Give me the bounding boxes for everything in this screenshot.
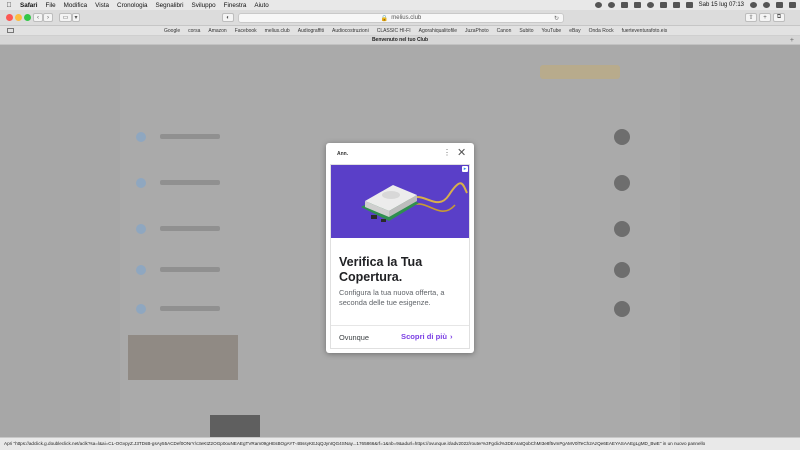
favorite-link[interactable]: fuerteventurafoto.eis xyxy=(622,28,668,34)
chevron-left-icon: ‹ xyxy=(37,14,39,21)
chevron-right-icon: › xyxy=(47,14,49,21)
apple-menu-icon[interactable]:  xyxy=(4,2,14,9)
display-icon[interactable] xyxy=(620,2,628,8)
browser-toolbar: ‹ › ▭ ▾ ◐ 🔒 melius.club ↻ ⇧ + ⧉ xyxy=(0,10,800,26)
favorites-bar: Google corsa Amazon Facebook melius.club… xyxy=(0,26,800,36)
router-illustration xyxy=(331,165,469,238)
favorite-link[interactable]: Google xyxy=(164,28,180,34)
ad-image[interactable]: ▸ xyxy=(331,165,469,238)
favorite-link[interactable]: Amazon xyxy=(208,28,226,34)
favorite-link[interactable]: Facebook xyxy=(235,28,257,34)
new-tab-button[interactable]: + xyxy=(759,13,771,22)
close-icon[interactable]: ✕ xyxy=(457,146,466,159)
more-options-icon[interactable]: ⋮ xyxy=(443,148,451,157)
privacy-icon: ◐ xyxy=(226,14,230,21)
ad-creative[interactable]: ▸ Verifica la Tua Copertura. Configura l… xyxy=(330,164,470,349)
blurred-image xyxy=(210,415,260,437)
reload-icon[interactable]: ↻ xyxy=(554,15,559,22)
chevron-down-icon: ▾ xyxy=(74,15,78,21)
status-bar: Apri "https://adclick.g.doubleclick.net/… xyxy=(0,437,800,450)
address-bar[interactable]: 🔒 melius.club ↻ xyxy=(238,13,564,23)
search-icon[interactable] xyxy=(750,2,757,8)
ad-advertiser[interactable]: Ovunque xyxy=(339,333,369,342)
menu-app-safari[interactable]: Safari xyxy=(20,2,38,9)
tab-bar: Benvenuto nel tuo Club + xyxy=(0,36,800,45)
ad-divider xyxy=(331,325,469,326)
favorite-link[interactable]: Audiograffiti xyxy=(298,28,324,34)
volume-icon[interactable] xyxy=(672,2,680,8)
list-icon[interactable] xyxy=(789,2,796,8)
tab-overview-button[interactable]: ⧉ xyxy=(773,13,785,22)
close-window-button[interactable] xyxy=(6,14,13,21)
sidebar-icon: ▭ xyxy=(62,15,69,21)
ad-label: Ann. xyxy=(337,151,349,157)
back-button[interactable]: ‹ xyxy=(33,13,43,22)
minimize-window-button[interactable] xyxy=(15,14,22,21)
reader-button[interactable]: ◐ xyxy=(222,13,234,22)
sync-icon[interactable] xyxy=(607,2,615,8)
menu-segnalibri[interactable]: Segnalibri xyxy=(155,2,183,9)
menu-clock[interactable]: Sab 15 lug 07:13 xyxy=(699,2,744,8)
ad-headline[interactable]: Verifica la Tua Copertura. xyxy=(339,255,467,285)
user-icon[interactable] xyxy=(763,2,770,8)
tab-title: Benvenuto nel tuo Club xyxy=(371,37,429,43)
favorite-link[interactable]: JuzaPhoto xyxy=(465,28,489,34)
lock-icon: 🔒 xyxy=(380,15,389,22)
blurred-image xyxy=(128,335,238,380)
status-tray: Sab 15 lug 07:13 xyxy=(594,0,796,10)
bluetooth-icon[interactable] xyxy=(633,2,641,8)
chevron-right-icon: › xyxy=(450,332,453,341)
favorite-link[interactable]: Onda Rock xyxy=(589,28,614,34)
flag-icon[interactable] xyxy=(776,2,783,8)
favorite-link[interactable]: corsa xyxy=(188,28,200,34)
menu-file[interactable]: File xyxy=(46,2,56,9)
address-text: melius.club xyxy=(391,15,422,21)
sidebar-menu-button[interactable]: ▾ xyxy=(72,13,80,22)
menu-bar:  Safari File Modifica Vista Cronologia … xyxy=(0,0,800,10)
ad-cta-label: Scopri di più xyxy=(401,332,447,341)
favorite-link[interactable]: YouTube xyxy=(542,28,562,34)
battery-icon[interactable] xyxy=(685,2,693,8)
ad-description: Configura la tua nuova offerta, a second… xyxy=(339,288,445,307)
favorite-link[interactable]: eBay xyxy=(569,28,580,34)
ad-modal: Ann. ⋮ ✕ ▸ Verifica la Tua Copertura. Co… xyxy=(326,143,474,353)
share-button[interactable]: ⇧ xyxy=(745,13,757,22)
menu-finestra[interactable]: Finestra xyxy=(224,2,247,9)
favorite-link[interactable]: melius.club xyxy=(265,28,290,34)
plus-icon: + xyxy=(763,14,767,21)
tabs-icon: ⧉ xyxy=(776,14,782,20)
menu-vista[interactable]: Vista xyxy=(95,2,109,9)
eject-icon[interactable] xyxy=(659,2,667,8)
tab-active[interactable]: Benvenuto nel tuo Club xyxy=(372,37,428,43)
share-icon: ⇧ xyxy=(748,15,754,21)
favorite-link[interactable]: CLASSIC HI-FI xyxy=(377,28,411,34)
zoom-window-button[interactable] xyxy=(24,14,31,21)
menu-modifica[interactable]: Modifica xyxy=(64,2,87,9)
favorite-link[interactable]: Subito xyxy=(519,28,533,34)
status-link-preview: Apri "https://adclick.g.doubleclick.net/… xyxy=(4,441,706,446)
menu-sviluppo[interactable]: Sviluppo xyxy=(192,2,216,9)
time-machine-icon[interactable] xyxy=(594,2,602,8)
favorite-link[interactable]: Audiocostruzioni xyxy=(332,28,369,34)
grid-icon[interactable] xyxy=(7,28,14,33)
blurred-button xyxy=(540,65,620,79)
menu-cronologia[interactable]: Cronologia xyxy=(117,2,147,9)
favorite-link[interactable]: Agorahiqualitofile xyxy=(419,28,457,34)
forward-button[interactable]: › xyxy=(43,13,53,22)
add-tab-icon[interactable]: + xyxy=(790,37,794,44)
ad-info-icon[interactable]: ▸ xyxy=(462,166,468,172)
wifi-icon[interactable] xyxy=(646,2,654,8)
menu-aiuto[interactable]: Aiuto xyxy=(254,2,268,9)
favorite-link[interactable]: Canon xyxy=(497,28,512,34)
ad-cta-button[interactable]: Scopri di più › xyxy=(401,332,453,341)
sidebar-button[interactable]: ▭ xyxy=(59,13,72,22)
